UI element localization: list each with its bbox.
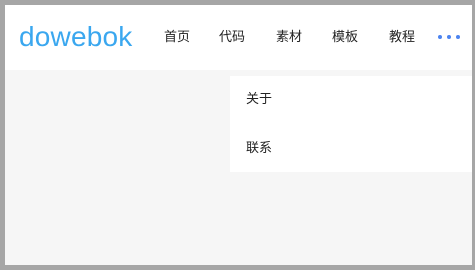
- more-dot: [438, 35, 442, 39]
- site-logo[interactable]: dowebok: [19, 19, 132, 55]
- more-dots-icon[interactable]: [438, 35, 462, 41]
- nav-item-materials[interactable]: 素材: [276, 29, 302, 47]
- more-dropdown-menu: 关于 联系: [230, 76, 472, 172]
- dropdown-item-about[interactable]: 关于: [246, 91, 272, 109]
- more-dot: [456, 35, 460, 39]
- top-navbar: dowebok 首页 代码 素材 模板 教程: [5, 5, 472, 70]
- nav-item-home[interactable]: 首页: [164, 29, 190, 47]
- dropdown-item-contact[interactable]: 联系: [246, 140, 272, 158]
- more-dot: [447, 35, 451, 39]
- nav-item-tutorials[interactable]: 教程: [389, 29, 415, 47]
- nav-item-code[interactable]: 代码: [219, 29, 245, 47]
- nav-item-templates[interactable]: 模板: [332, 29, 358, 47]
